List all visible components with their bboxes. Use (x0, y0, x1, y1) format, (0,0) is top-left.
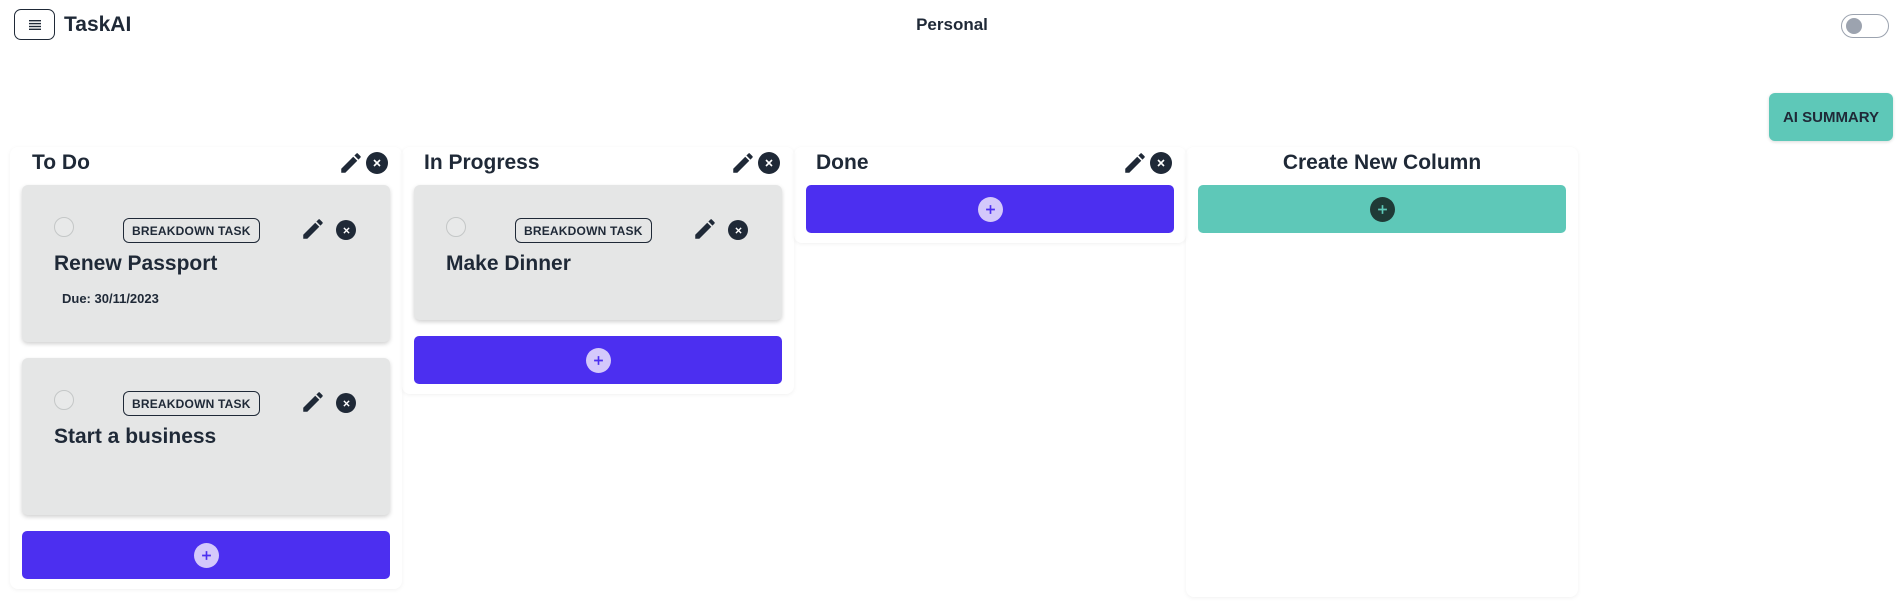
add-task-button[interactable] (806, 185, 1174, 233)
column-header: Create New Column (1198, 147, 1566, 185)
workspace-title: Personal (916, 15, 988, 34)
task-due-date: Due: 30/11/2023 (62, 291, 159, 306)
column-header: To Do (22, 147, 390, 185)
task-checkbox[interactable] (54, 390, 74, 410)
breakdown-task-button[interactable]: BREAKDOWN TASK (515, 218, 652, 243)
delete-column-close-icon[interactable] (758, 152, 780, 174)
edit-task-pencil-icon[interactable] (692, 216, 718, 242)
task-card[interactable]: BREAKDOWN TASK Renew Passport Due: 30/11… (22, 185, 390, 342)
plus-circle-icon (193, 542, 219, 568)
column-header: Done (806, 147, 1174, 185)
column-in-progress: In Progress BREAKDOWN TASK Make Dinner (402, 147, 794, 394)
create-column-button[interactable] (1198, 185, 1566, 233)
column-done: Done (794, 147, 1186, 243)
plus-circle-icon (977, 196, 1003, 222)
ai-summary-button[interactable]: AI SUMMARY (1769, 93, 1893, 141)
task-checkbox[interactable] (54, 217, 74, 237)
column-to-do: To Do BREAKDOWN TASK Renew Passport Due:… (10, 147, 402, 589)
create-column-panel: Create New Column (1186, 147, 1578, 597)
task-title: Make Dinner (446, 252, 571, 275)
task-title: Renew Passport (54, 252, 218, 275)
delete-column-close-icon[interactable] (366, 152, 388, 174)
delete-task-close-icon[interactable] (728, 220, 748, 240)
add-task-button[interactable] (414, 336, 782, 384)
task-card[interactable]: BREAKDOWN TASK Make Dinner (414, 185, 782, 320)
theme-toggle[interactable] (1841, 14, 1889, 38)
edit-column-pencil-icon[interactable] (1122, 150, 1148, 176)
create-column-title: Create New Column (1282, 151, 1482, 174)
task-card[interactable]: BREAKDOWN TASK Start a business (22, 358, 390, 515)
top-bar: TaskAI Personal (0, 0, 1904, 50)
edit-column-pencil-icon[interactable] (338, 150, 364, 176)
add-task-button[interactable] (22, 531, 390, 579)
task-checkbox[interactable] (446, 217, 466, 237)
task-title: Start a business (54, 425, 217, 448)
delete-task-close-icon[interactable] (336, 220, 356, 240)
breakdown-task-button[interactable]: BREAKDOWN TASK (123, 218, 260, 243)
delete-task-close-icon[interactable] (336, 393, 356, 413)
edit-task-pencil-icon[interactable] (300, 216, 326, 242)
toggle-knob (1846, 18, 1862, 34)
plus-circle-icon (1369, 196, 1395, 222)
plus-circle-icon (585, 347, 611, 373)
column-header: In Progress (414, 147, 782, 185)
delete-column-close-icon[interactable] (1150, 152, 1172, 174)
column-title: Done (816, 151, 869, 174)
column-title: To Do (32, 151, 90, 174)
edit-column-pencil-icon[interactable] (730, 150, 756, 176)
breakdown-task-button[interactable]: BREAKDOWN TASK (123, 391, 260, 416)
column-title: In Progress (424, 151, 540, 174)
edit-task-pencil-icon[interactable] (300, 389, 326, 415)
